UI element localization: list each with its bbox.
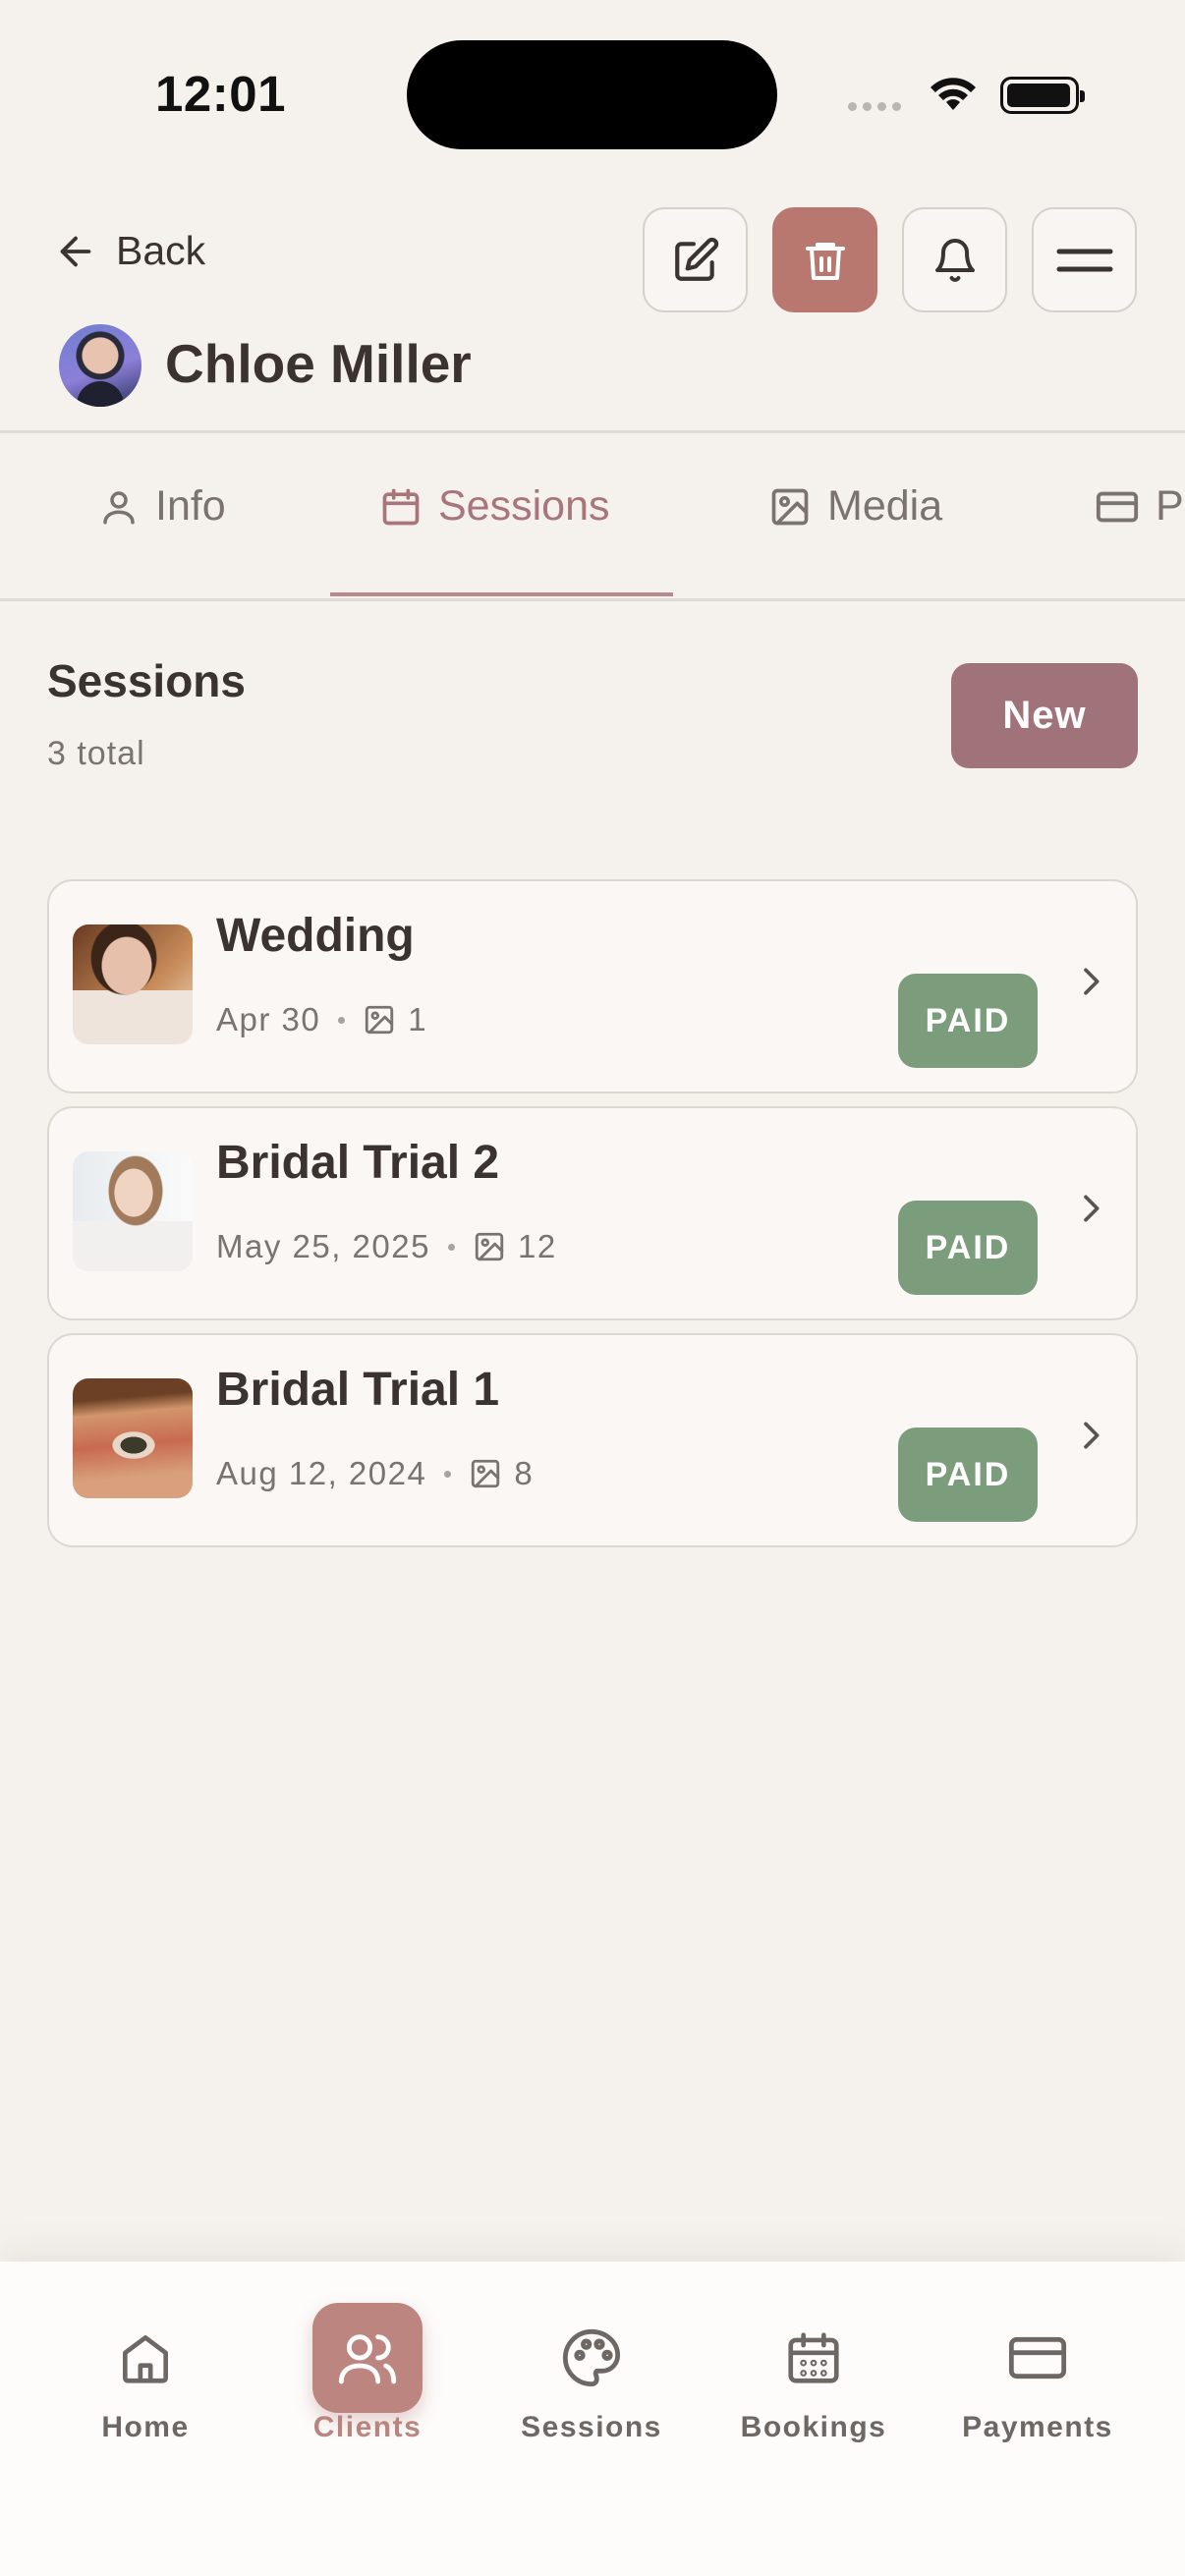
tab-payments[interactable]: Pa xyxy=(1095,482,1185,531)
edit-icon xyxy=(674,237,718,281)
tab-info[interactable]: Info xyxy=(98,482,226,531)
dynamic-island xyxy=(407,40,777,149)
wifi-icon xyxy=(931,78,976,110)
session-card[interactable]: Bridal Trial 2 May 25, 2025 12 PAID xyxy=(47,1106,1138,1320)
status-time: 12:01 xyxy=(155,66,286,122)
session-meta: Apr 30 1 xyxy=(216,1001,427,1038)
hamburger-icon xyxy=(1056,249,1112,271)
nav-bookings[interactable]: Bookings xyxy=(715,2303,912,2444)
delete-button[interactable] xyxy=(772,207,877,312)
separator-dot xyxy=(447,1243,455,1251)
back-label: Back xyxy=(116,228,206,273)
nav-sessions-label: Sessions xyxy=(521,2411,662,2443)
session-photo-count: 8 xyxy=(514,1455,535,1491)
new-session-button[interactable]: New xyxy=(951,663,1138,768)
users-icon xyxy=(338,2334,397,2384)
session-title: Bridal Trial 1 xyxy=(216,1364,500,1416)
tab-bar: Info Sessions Media Pa xyxy=(0,433,1185,600)
session-thumbnail xyxy=(73,1378,193,1498)
session-thumbnail xyxy=(73,924,193,1044)
palette-icon xyxy=(562,2328,621,2387)
tab-media[interactable]: Media xyxy=(768,482,942,531)
session-photo-count: 1 xyxy=(408,1001,428,1037)
status-badge: PAID xyxy=(898,1201,1038,1295)
image-icon xyxy=(472,1459,500,1488)
image-icon xyxy=(771,488,809,525)
calendar-grid-icon xyxy=(788,2332,839,2383)
nav-clients[interactable]: Clients xyxy=(269,2303,466,2444)
session-thumbnail xyxy=(73,1151,193,1271)
nav-payments-label: Payments xyxy=(962,2411,1113,2443)
client-avatar xyxy=(59,324,141,407)
calendar-icon xyxy=(382,488,420,525)
tabs-divider xyxy=(0,598,1185,601)
notifications-button[interactable] xyxy=(902,207,1007,312)
status-badge: PAID xyxy=(898,974,1038,1068)
tab-payments-label: Pa xyxy=(1156,482,1185,530)
bottom-nav: Home Clients Sessions Bookings Payments xyxy=(0,2262,1185,2576)
trash-icon xyxy=(805,242,845,280)
tab-media-label: Media xyxy=(827,482,943,530)
bell-icon xyxy=(934,238,975,282)
user-icon xyxy=(103,490,135,524)
session-title: Wedding xyxy=(216,910,415,962)
session-meta: Aug 12, 2024 8 xyxy=(216,1455,534,1492)
client-detail-screen: 12:01 Back Chloe Miller Info Sessions Me… xyxy=(0,0,1185,2576)
section-title: Sessions xyxy=(47,655,246,706)
session-date: May 25, 2025 xyxy=(216,1228,430,1264)
card-icon xyxy=(1008,2336,1067,2380)
session-meta: May 25, 2025 12 xyxy=(216,1228,557,1265)
session-photo-count: 12 xyxy=(517,1228,557,1264)
session-date: Apr 30 xyxy=(216,1001,321,1037)
chevron-right-icon xyxy=(1084,1422,1100,1449)
separator-dot xyxy=(444,1470,452,1478)
chevron-right-icon xyxy=(1084,968,1100,995)
image-icon xyxy=(366,1005,394,1035)
nav-payments[interactable]: Payments xyxy=(939,2303,1136,2444)
nav-clients-label: Clients xyxy=(312,2411,423,2443)
nav-bookings-label: Bookings xyxy=(740,2411,887,2443)
client-name: Chloe Miller xyxy=(165,333,472,394)
arrow-left-icon xyxy=(60,236,91,266)
nav-icon-wrap xyxy=(983,2303,1093,2413)
section-count: 3 total xyxy=(47,735,145,772)
session-card[interactable]: Bridal Trial 1 Aug 12, 2024 8 PAID xyxy=(47,1333,1138,1547)
credit-card-icon xyxy=(1096,491,1139,522)
nav-home[interactable]: Home xyxy=(47,2303,244,2444)
nav-icon-wrap xyxy=(536,2303,647,2413)
tab-sessions-label: Sessions xyxy=(438,482,610,530)
edit-button[interactable] xyxy=(643,207,748,312)
nav-sessions[interactable]: Sessions xyxy=(493,2303,690,2444)
back-button[interactable]: Back xyxy=(53,228,205,274)
session-date: Aug 12, 2024 xyxy=(216,1455,427,1491)
menu-button[interactable] xyxy=(1032,207,1137,312)
image-icon xyxy=(475,1232,504,1261)
battery-icon xyxy=(1000,77,1085,114)
nav-icon-wrap xyxy=(312,2303,423,2413)
separator-dot xyxy=(338,1016,346,1024)
nav-icon-wrap xyxy=(759,2303,869,2413)
session-title: Bridal Trial 2 xyxy=(216,1137,500,1189)
nav-home-label: Home xyxy=(101,2411,190,2443)
chevron-right-icon xyxy=(1084,1195,1100,1222)
tab-info-label: Info xyxy=(155,482,226,530)
cellular-signal-icon xyxy=(848,102,901,111)
active-tab-indicator xyxy=(330,592,673,596)
nav-icon-wrap xyxy=(90,2303,200,2413)
tab-sessions[interactable]: Sessions xyxy=(379,482,609,531)
session-card[interactable]: Wedding Apr 30 1 PAID xyxy=(47,879,1138,1093)
home-icon xyxy=(123,2335,168,2383)
status-badge: PAID xyxy=(898,1428,1038,1522)
